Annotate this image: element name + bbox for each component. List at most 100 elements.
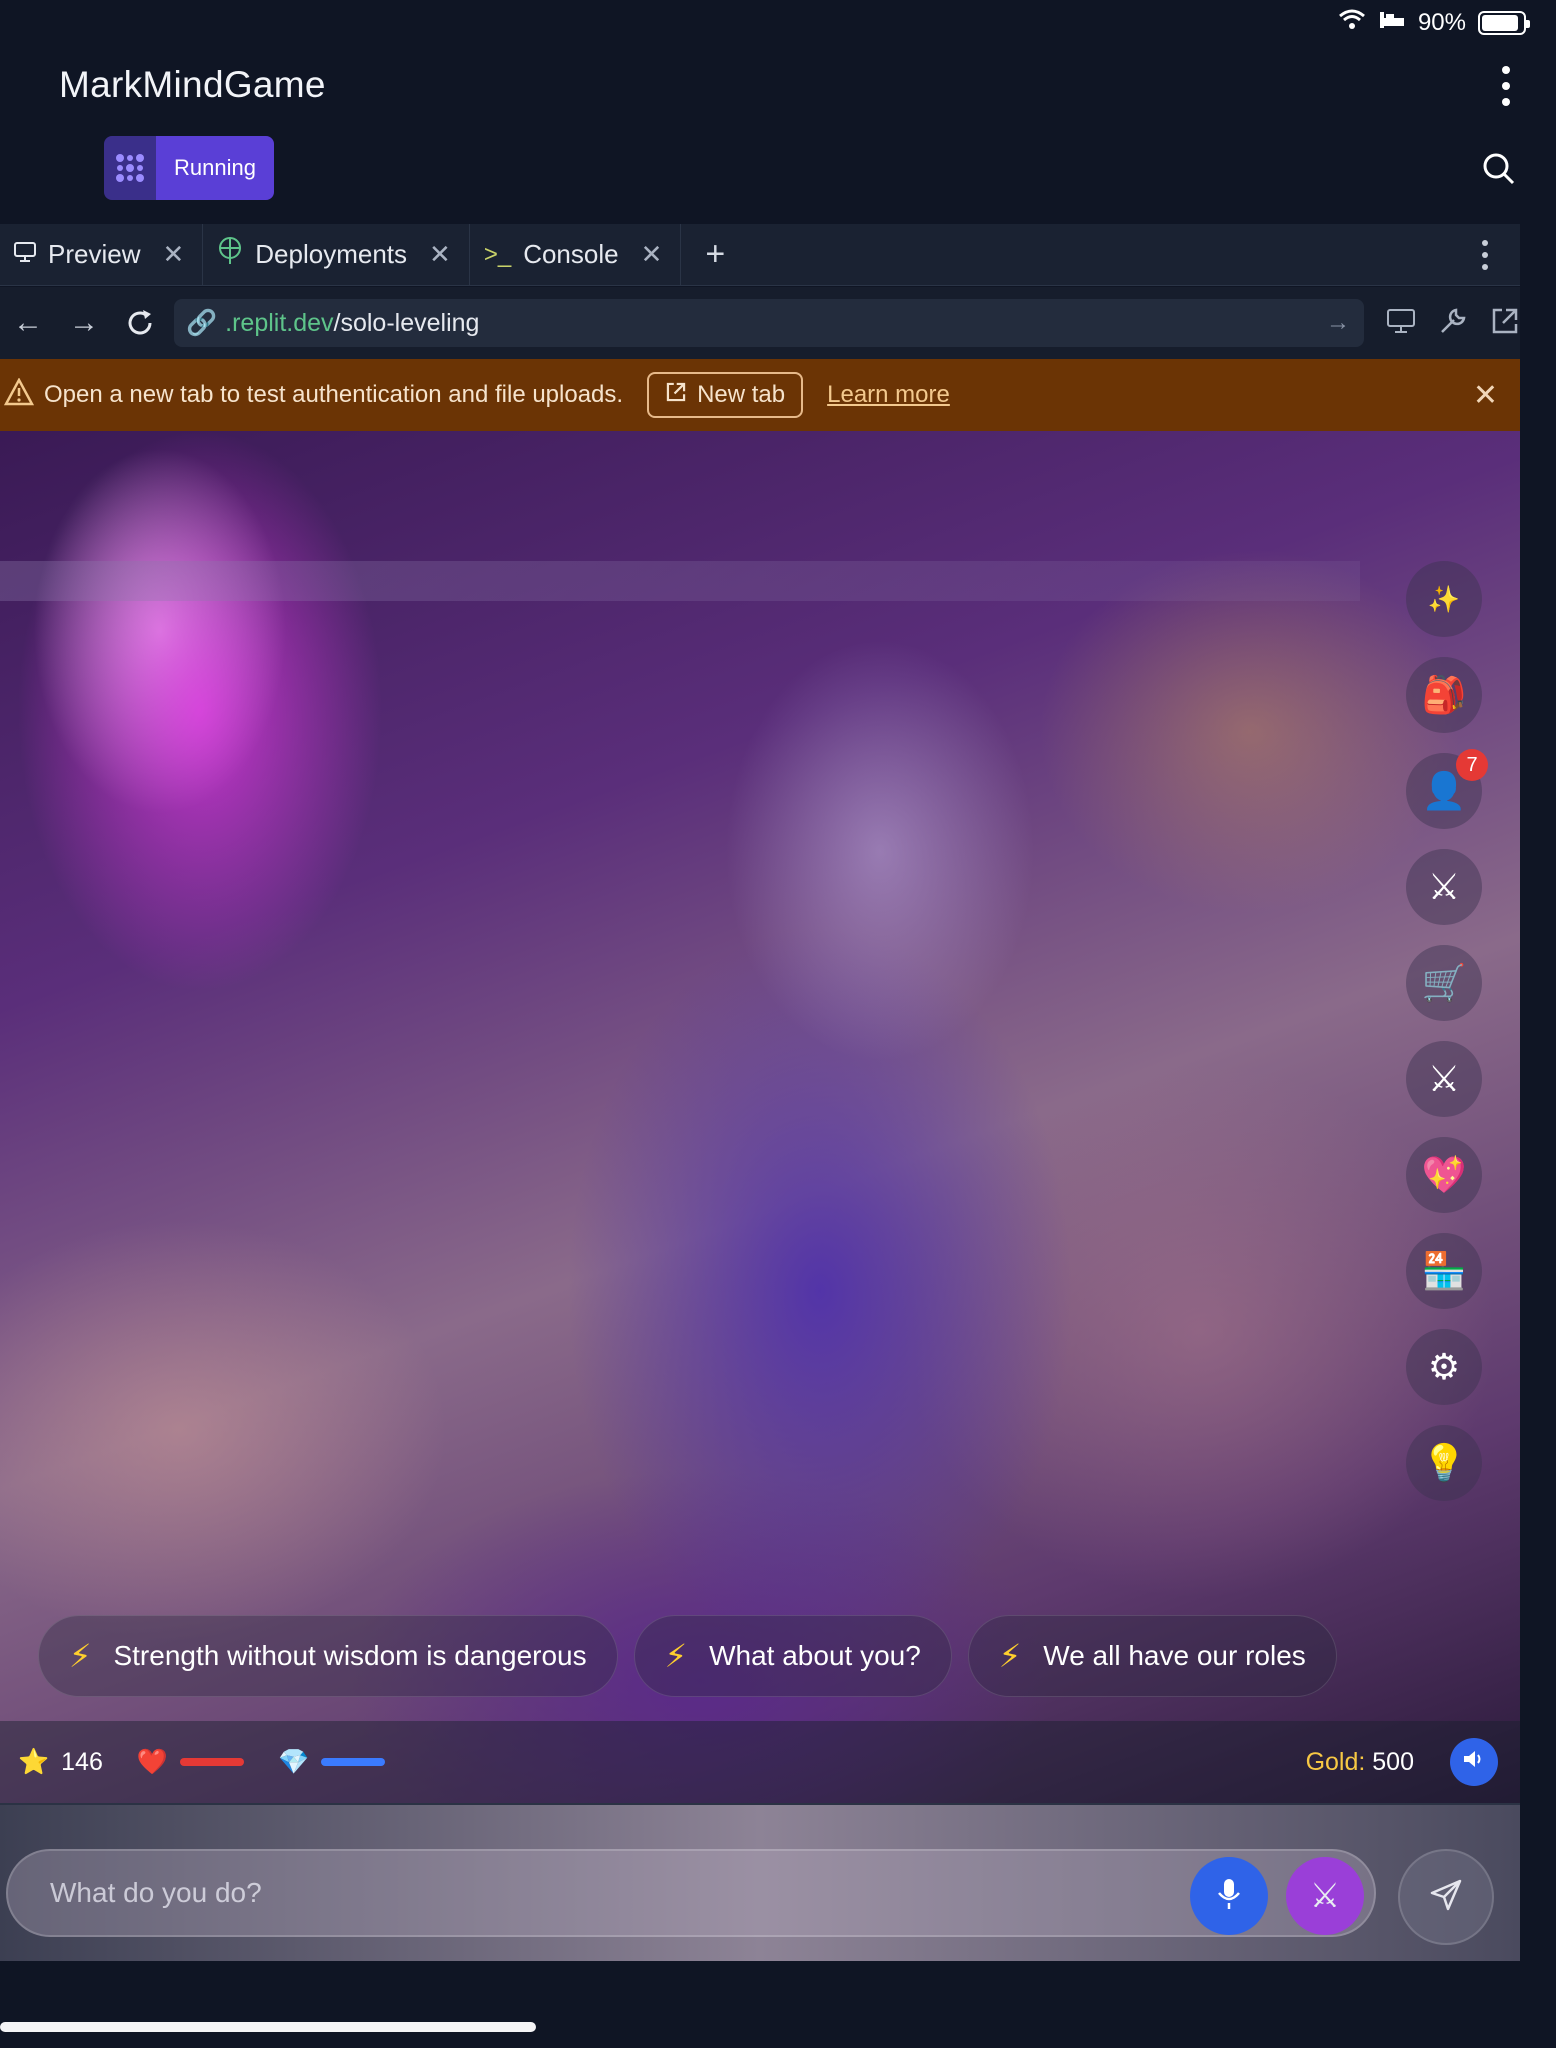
reload-icon[interactable]: [112, 295, 168, 351]
monitor-icon: [14, 239, 36, 270]
info-banner: Open a new tab to test authentication an…: [0, 359, 1520, 431]
game-view[interactable]: ✨ 🎒 👤 7 ⚔ 🛒 ⚔ 💖 🏪 ⚙ 💡 ⚡ Strength without …: [0, 431, 1520, 1803]
battery-percent: 90%: [1417, 8, 1466, 36]
lightning-icon: ⚡: [664, 1638, 688, 1674]
lightbulb-icon: 💡: [1421, 1442, 1467, 1483]
notification-badge: 7: [1456, 749, 1488, 781]
battery-icon: [1478, 10, 1530, 35]
wrench-icon[interactable]: [1438, 306, 1468, 341]
lightning-icon: ⚡: [998, 1638, 1022, 1674]
mana-stat: 💎: [278, 1747, 386, 1777]
tab-label: Preview: [48, 239, 141, 269]
heart-icon: ❤️: [136, 1747, 168, 1776]
run-status-label: Running: [156, 136, 274, 200]
tab-deployments[interactable]: Deployments ✕: [203, 223, 470, 286]
tab-console[interactable]: >_ Console ✕: [470, 223, 682, 286]
suggestion-chips: ⚡ Strength without wisdom is dangerous ⚡ W…: [38, 1615, 1337, 1697]
health-bar: [180, 1758, 244, 1766]
suggestion-chip[interactable]: ⚡ Strength without wisdom is dangerous: [38, 1615, 618, 1697]
tab-label: Deployments: [255, 239, 408, 269]
app-menu-button[interactable]: [1500, 66, 1512, 106]
tab-bar: Preview ✕ Deployments ✕ >_ Console ✕ +: [0, 223, 1520, 286]
close-tab-icon[interactable]: ✕: [429, 239, 451, 270]
url-field[interactable]: 🔗 .replit.dev/solo-leveling →: [174, 299, 1364, 347]
learn-more-link[interactable]: Learn more: [827, 381, 950, 409]
combat-button[interactable]: ⚔: [1406, 1041, 1482, 1117]
suggestion-chip[interactable]: ⚡ We all have our roles: [967, 1615, 1337, 1697]
gem-icon: 💎: [278, 1747, 310, 1776]
gold-value: 500: [1372, 1747, 1414, 1776]
gear-icon: ⚙: [1427, 1346, 1461, 1387]
gold-display: Gold: 500: [1306, 1748, 1414, 1777]
device-icon[interactable]: [1386, 308, 1416, 339]
tab-menu-button[interactable]: [1482, 239, 1490, 270]
tab-label: Console: [523, 239, 619, 269]
new-tab-button[interactable]: New tab: [647, 372, 804, 418]
screen: 90% MarkMindGame Running Preview ✕ Deplo…: [0, 0, 1556, 2048]
forward-arrow-icon[interactable]: →: [56, 295, 112, 351]
warning-icon: [3, 376, 35, 413]
close-tab-icon[interactable]: ✕: [162, 239, 184, 270]
url-host: .replit.dev: [225, 308, 334, 337]
mic-button[interactable]: [1190, 1857, 1268, 1935]
search-icon[interactable]: [1482, 152, 1516, 186]
terminal-icon: >_: [483, 240, 512, 268]
settings-button[interactable]: ⚙: [1406, 1329, 1482, 1405]
status-bar: 90%: [1338, 8, 1530, 37]
star-count: 146: [61, 1747, 103, 1776]
send-button[interactable]: [1398, 1849, 1494, 1945]
backpack-button[interactable]: 🎒: [1406, 657, 1482, 733]
run-button[interactable]: Running: [104, 136, 274, 200]
close-icon[interactable]: ✕: [1473, 378, 1498, 413]
crossed-swords-icon: ⚔: [1427, 1058, 1461, 1099]
daily-button[interactable]: 🏪: [1406, 1233, 1482, 1309]
cart-icon: 🛒: [1421, 962, 1467, 1003]
link-icon: 🔗: [186, 308, 218, 337]
gold-label: Gold:: [1305, 1747, 1366, 1776]
wifi-icon: [1338, 8, 1366, 37]
sparkling-heart-icon: 💖: [1421, 1154, 1467, 1195]
home-indicator[interactable]: [0, 2022, 536, 2032]
external-link-icon[interactable]: [1490, 306, 1520, 341]
volume-button[interactable]: [1450, 1738, 1498, 1786]
crossed-swords-icon: ⚔: [1309, 1877, 1341, 1915]
suggestion-text: We all have our roles: [1043, 1640, 1306, 1671]
suggestion-chip[interactable]: ⚡ What about you?: [633, 1615, 952, 1697]
url-toolbar: ← → 🔗 .replit.dev/solo-leveling →: [0, 287, 1520, 359]
banner-message: Open a new tab to test authentication an…: [44, 381, 624, 408]
crossed-swords-icon: ⚔: [1427, 866, 1461, 907]
microphone-icon: [1216, 1877, 1242, 1916]
deploy-icon: [217, 237, 243, 272]
url-path: /solo-leveling: [333, 308, 480, 337]
app-title: MarkMindGame: [59, 64, 326, 105]
game-side-menu: ✨ 🎒 👤 7 ⚔ 🛒 ⚔ 💖 🏪 ⚙ 💡: [1406, 561, 1488, 1501]
go-arrow-icon[interactable]: →: [1326, 309, 1350, 337]
action-input-box[interactable]: [6, 1849, 1376, 1937]
shop-button[interactable]: 🛒: [1406, 945, 1482, 1021]
hint-button[interactable]: 💡: [1406, 1425, 1482, 1501]
speaker-icon: [1462, 1748, 1486, 1777]
action-input[interactable]: [50, 1877, 850, 1909]
mana-bar: [321, 1758, 386, 1766]
new-tab-label: New tab: [697, 381, 786, 408]
battle-button[interactable]: ⚔: [1406, 849, 1482, 925]
health-stat: ❤️: [137, 1748, 244, 1777]
bed-icon: [1378, 9, 1406, 37]
attack-button[interactable]: ⚔: [1286, 1857, 1364, 1935]
sparkle-icon: ✨: [1427, 583, 1461, 614]
command-input-area: ⚔: [0, 1803, 1520, 1961]
sparkle-button[interactable]: ✨: [1406, 561, 1482, 637]
stats-bar: ⭐ 146 ❤️ 💎 Gold: 500: [0, 1721, 1520, 1803]
lightning-icon: ⚡: [69, 1638, 92, 1674]
affection-button[interactable]: 💖: [1406, 1137, 1482, 1213]
back-arrow-icon[interactable]: ←: [0, 295, 56, 351]
profile-button[interactable]: 👤 7: [1406, 749, 1488, 829]
suggestion-text: What about you?: [709, 1640, 921, 1671]
close-tab-icon[interactable]: ✕: [641, 239, 663, 270]
send-icon: [1428, 1877, 1464, 1918]
add-tab-button[interactable]: +: [681, 235, 749, 274]
run-status-icon: [104, 136, 156, 200]
background-art: [0, 561, 1360, 601]
tab-preview[interactable]: Preview ✕: [0, 223, 204, 286]
suggestion-text: Strength without wisdom is dangerous: [113, 1640, 587, 1671]
